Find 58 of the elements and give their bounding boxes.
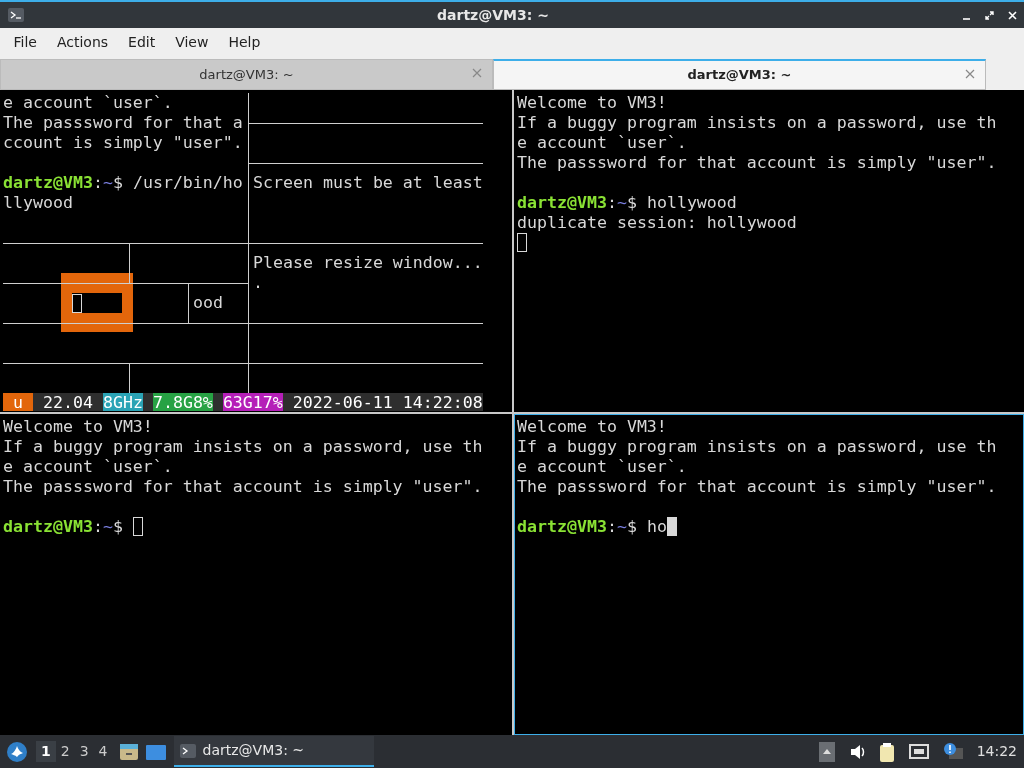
- terminal-line: Screen must be at least: [253, 173, 483, 193]
- terminal-line: .: [253, 273, 264, 293]
- terminal-line: llywood: [3, 193, 73, 213]
- terminal-line: The passsword for that account is simply "user".: [517, 477, 997, 497]
- text-cursor: [72, 293, 82, 313]
- task-button[interactable]: dartz@VM3: ~: [173, 736, 374, 767]
- menu-item[interactable]: Help: [218, 32, 271, 53]
- terminal-line: The passsword for that account is simply "user".: [517, 153, 997, 173]
- terminal-line: Welcome to VM3!: [517, 93, 667, 113]
- terminal-line: The passsword for that account is simply "user".: [3, 477, 483, 497]
- terminal-line: Welcome to VM3!: [3, 417, 153, 437]
- terminal-line: Please resize window...: [253, 253, 483, 273]
- prompt-line: dartz@VM3:~$ ho: [517, 517, 667, 537]
- terminal-line: If a buggy program insists on a password, use th: [517, 437, 997, 457]
- terminal-line: If a buggy program insists on a password, use th: [3, 437, 483, 457]
- maximize-icon[interactable]: [985, 10, 994, 20]
- terminal-pane[interactable]: [0, 90, 512, 412]
- terminal-line: ccount is simply "user".: [3, 133, 243, 153]
- workspace-button[interactable]: 1: [36, 741, 56, 762]
- menu-item[interactable]: View: [165, 32, 219, 53]
- status-segment: u: [3, 393, 33, 411]
- status-segment: 63G17%: [222, 393, 283, 411]
- workspace-button[interactable]: 4: [93, 741, 113, 762]
- clock[interactable]: 14:22: [976, 741, 1017, 762]
- terminal-line: The passsword for that a: [3, 113, 243, 133]
- file-cabinet-icon[interactable]: [118, 741, 139, 762]
- terminal-pane[interactable]: Welcome to VM3! If a buggy program insists on a password, use th e account `user`. The passsword for that account is simply "user". dartz@VM3:~$ ho: [514, 414, 1024, 735]
- prompt-line: dartz@VM3:~$: [3, 517, 123, 537]
- workspace-button[interactable]: 3: [74, 741, 94, 762]
- prompt-line: dartz@VM3:~$ /usr/bin/ho: [3, 173, 243, 193]
- terminal-pane[interactable]: Welcome to VM3! If a buggy program insists on a password, use th e account `user`. The passsword for that account is simply "user". dartz@VM3:~$: [0, 414, 512, 735]
- terminal-line: Welcome to VM3!: [517, 417, 667, 437]
- notification-icon[interactable]: [942, 741, 963, 762]
- window-title: dartz@VM3: ~: [436, 5, 550, 25]
- tab[interactable]: dartz@VM3: ~: [0, 59, 493, 90]
- terminal-line: e account `user`.: [517, 133, 687, 153]
- terminal-icon: [179, 743, 196, 758]
- status-segment: 2022-06-11 14:22:08: [292, 393, 483, 411]
- terminal-line: If a buggy program insists on a password, use th: [517, 113, 997, 133]
- menu-item[interactable]: File: [3, 32, 47, 53]
- prompt-line: dartz@VM3:~$ hollywood: [517, 193, 737, 213]
- terminal-line: e account `user`.: [3, 457, 173, 477]
- menu-item[interactable]: Actions: [46, 32, 119, 53]
- status-segment: 8GHz: [102, 393, 143, 411]
- menu-item[interactable]: Edit: [118, 32, 166, 53]
- terminal-icon: [8, 8, 24, 22]
- status-segment: 7.8G8%: [152, 393, 213, 411]
- network-icon[interactable]: [908, 741, 929, 762]
- tray-expand-icon[interactable]: [818, 741, 835, 762]
- terminal-line: e account `user`.: [517, 457, 687, 477]
- terminal-pane[interactable]: Welcome to VM3! If a buggy program insists on a password, use th e account `user`. The passsword for that account is simply "user". dartz@VM3:~$ hollywood duplicate session: hollywood: [514, 90, 1024, 412]
- clipboard-icon[interactable]: [878, 741, 895, 762]
- workspace-button[interactable]: 2: [55, 741, 75, 762]
- tab[interactable]: dartz@VM3: ~: [493, 59, 986, 90]
- terminal-line: duplicate session: hollywood: [517, 213, 797, 233]
- terminal-line: e account `user`.: [3, 93, 173, 113]
- start-menu-icon[interactable]: [6, 740, 28, 763]
- terminal-line: ood: [193, 293, 224, 313]
